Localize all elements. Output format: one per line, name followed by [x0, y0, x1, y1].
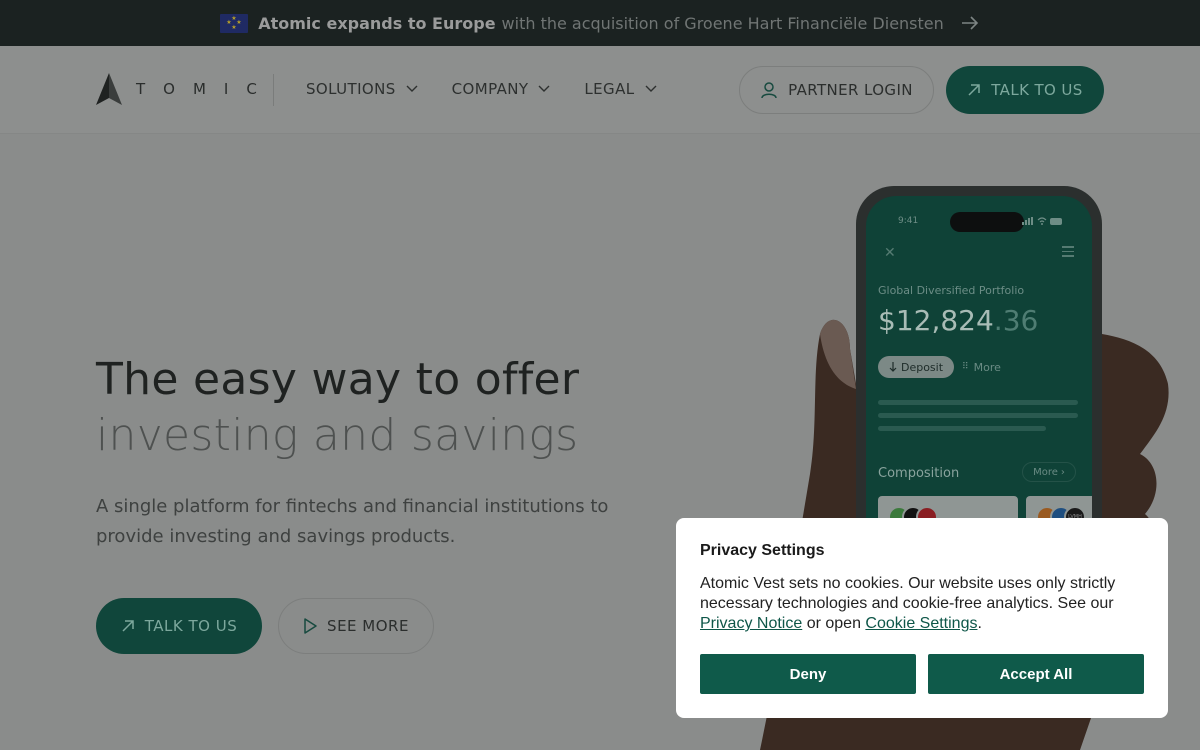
composition-label: Composition — [878, 466, 960, 481]
announcement-text: with the acquisition of Groene Hart Fina… — [501, 13, 944, 33]
phone-deposit-button: Deposit — [878, 356, 954, 378]
amount-cents: .36 — [993, 304, 1039, 337]
chevron-down-icon — [538, 85, 550, 92]
chart-placeholder-bar — [878, 426, 1046, 431]
amount-main: $12,824 — [878, 304, 994, 337]
announcement-headline: Atomic expands to Europe — [258, 13, 496, 33]
logo-wordmark: TOMIC — [136, 80, 275, 98]
privacy-settings-dialog: Privacy Settings Atomic Vest sets no coo… — [676, 518, 1168, 718]
nav-legal-label: LEGAL — [584, 80, 635, 98]
header-divider — [273, 74, 274, 106]
see-more-label: SEE MORE — [327, 617, 409, 635]
nav-company-label: COMPANY — [451, 80, 529, 98]
atomic-logo[interactable]: TOMIC — [96, 73, 275, 105]
chart-placeholder-bar — [878, 400, 1078, 405]
partner-login-button[interactable]: PARTNER LOGIN — [739, 66, 934, 114]
arrow-up-right-icon — [968, 84, 981, 96]
deny-button[interactable]: Deny — [700, 654, 916, 694]
hero-subtitle: A single platform for fintechs and finan… — [96, 496, 609, 547]
user-icon — [761, 82, 777, 99]
privacy-dialog-buttons: Deny Accept All — [700, 654, 1144, 694]
close-icon: ✕ — [884, 244, 896, 260]
privacy-dialog-text: Atomic Vest sets no cookies. Our website… — [700, 574, 1144, 634]
grid-icon: ⠿ — [962, 362, 969, 372]
nav-company[interactable]: COMPANY — [452, 80, 551, 98]
arrow-up-right-icon — [122, 620, 134, 632]
main-nav: SOLUTIONS COMPANY LEGAL — [306, 80, 657, 98]
privacy-text-after: . — [977, 615, 982, 632]
portfolio-amount: $12,824.36 — [878, 304, 1038, 337]
chart-placeholder-bar — [878, 413, 1078, 418]
eu-flag-icon: ★ ★ ★ ★ — [220, 13, 249, 33]
see-more-button[interactable]: SEE MORE — [278, 598, 434, 654]
hero-title-line2: investing and savings — [96, 410, 579, 461]
arrow-right-icon[interactable] — [960, 13, 980, 33]
deposit-label: Deposit — [900, 360, 944, 374]
talk-to-us-hero-label: TALK TO US — [144, 617, 238, 635]
announcement-bar[interactable]: ★ ★ ★ ★ Atomic expands to Europe with the a… — [0, 0, 1200, 46]
play-icon — [304, 618, 317, 634]
accept-all-button[interactable]: Accept All — [928, 654, 1144, 694]
signal-icon — [1022, 217, 1033, 225]
privacy-text-middle: or open — [802, 615, 866, 632]
phone-status-icons — [1022, 217, 1064, 225]
nav-solutions[interactable]: SOLUTIONS — [306, 80, 418, 98]
wifi-icon — [1037, 217, 1047, 225]
privacy-dialog-title: Privacy Settings — [700, 542, 825, 559]
chevron-down-icon — [406, 85, 418, 92]
nav-solutions-label: SOLUTIONS — [306, 80, 396, 98]
dynamic-island — [950, 212, 1024, 232]
composition-more-button: More › — [1022, 462, 1076, 482]
phone-more-button: ⠿ More — [962, 356, 1022, 378]
portfolio-label: Global Diversified Portfolio — [878, 284, 1025, 297]
talk-to-us-header-label: TALK TO US — [991, 81, 1083, 99]
talk-to-us-header-button[interactable]: TALK TO US — [946, 66, 1104, 114]
more-label: More — [973, 360, 1001, 374]
arrow-down-icon — [889, 362, 897, 372]
phone-time: 9:41 — [898, 216, 919, 226]
cookie-settings-link[interactable]: Cookie Settings — [865, 615, 977, 632]
atomic-logo-mark-icon — [96, 73, 122, 105]
chevron-right-icon: › — [1060, 466, 1065, 478]
site-header: TOMIC SOLUTIONS COMPANY LEGAL PARTNER LO… — [0, 46, 1200, 134]
talk-to-us-hero-button[interactable]: TALK TO US — [96, 598, 262, 654]
chevron-down-icon — [645, 85, 656, 92]
battery-icon — [1050, 217, 1062, 225]
privacy-notice-link[interactable]: Privacy Notice — [700, 615, 802, 632]
privacy-text-before: Atomic Vest sets no cookies. Our website… — [700, 575, 1116, 612]
nav-legal[interactable]: LEGAL — [584, 80, 656, 98]
menu-icon — [1062, 246, 1074, 260]
hero-title-line1: The easy way to offer — [96, 354, 580, 405]
partner-login-label: PARTNER LOGIN — [788, 81, 913, 99]
composition-more-label: More — [1033, 466, 1058, 478]
